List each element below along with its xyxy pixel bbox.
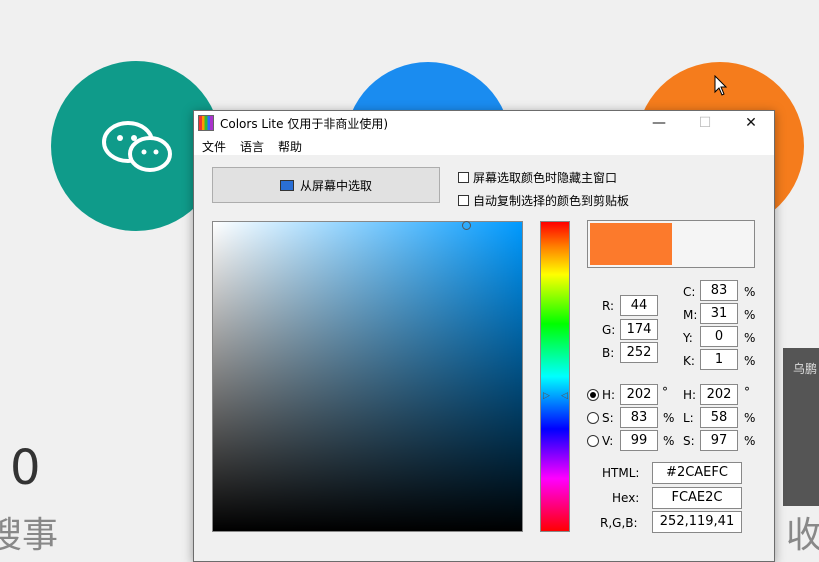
background-number: 0 — [10, 440, 41, 496]
auto-copy-checkbox[interactable]: 自动复制选择的颜色到剪贴板 — [458, 192, 629, 209]
minimize-button[interactable]: — — [636, 111, 682, 135]
pick-from-screen-button[interactable]: 从屏幕中选取 — [212, 167, 440, 203]
g-field[interactable]: 174 — [620, 319, 658, 340]
hsv-h-radio[interactable] — [587, 389, 599, 401]
k-label: K: — [683, 354, 695, 368]
menu-bar: 文件 语言 帮助 — [194, 135, 774, 155]
hsv-h-unit: ° — [662, 385, 668, 399]
g-label: G: — [602, 323, 616, 337]
rgb-code-label: R,G,B: — [600, 516, 638, 530]
menu-help[interactable]: 帮助 — [278, 138, 302, 155]
hue-slider[interactable] — [540, 221, 570, 532]
maximize-button[interactable]: ☐ — [682, 111, 728, 135]
hsl-h-field[interactable]: 202 — [700, 384, 738, 405]
checkbox-label: 屏幕选取颜色时隐藏主窗口 — [473, 171, 618, 185]
c-field[interactable]: 83 — [700, 280, 738, 301]
title-bar[interactable]: Colors Lite 仅用于非商业使用) — ☐ ✕ — [194, 111, 774, 135]
hsv-s-radio[interactable] — [587, 412, 599, 424]
k-unit: % — [744, 354, 756, 368]
background-text-right: 收 — [786, 515, 819, 556]
k-field[interactable]: 1 — [700, 349, 738, 370]
hsl-l-unit: % — [744, 411, 756, 425]
hsv-v-label: V: — [602, 434, 614, 448]
hsl-l-field[interactable]: 58 — [700, 407, 738, 428]
color-picker-marker[interactable] — [462, 221, 471, 230]
html-label: HTML: — [602, 466, 640, 480]
hsl-s-label: S: — [683, 434, 695, 448]
color-preview — [587, 220, 755, 268]
menu-language[interactable]: 语言 — [240, 138, 264, 155]
y-field[interactable]: 0 — [700, 326, 738, 347]
rgb-code-field[interactable]: 252,119,41 — [652, 511, 742, 533]
wechat-icon — [102, 121, 172, 172]
hsl-s-unit: % — [744, 434, 756, 448]
checkbox-box[interactable] — [458, 195, 469, 206]
hsl-h-unit: ° — [744, 385, 750, 399]
menu-file[interactable]: 文件 — [202, 138, 226, 155]
monitor-icon — [279, 179, 294, 191]
colors-lite-window: Colors Lite 仅用于非商业使用) — ☐ ✕ 文件 语言 帮助 从屏幕… — [193, 110, 775, 562]
checkbox-label: 自动复制选择的颜色到剪贴板 — [473, 194, 630, 208]
background-text-left: 搜事 — [0, 515, 59, 556]
hex-label: Hex: — [612, 491, 640, 505]
hsl-h-label: H: — [683, 388, 697, 402]
hsv-h-label: H: — [602, 388, 616, 402]
c-label: C: — [683, 285, 696, 299]
hsl-l-label: L: — [683, 411, 694, 425]
m-unit: % — [744, 308, 756, 322]
y-unit: % — [744, 331, 756, 345]
hsv-s-unit: % — [663, 411, 675, 425]
hsl-s-field[interactable]: 97 — [700, 430, 738, 451]
background-panel-label: 乌鹏 — [793, 362, 818, 376]
hide-window-checkbox[interactable]: 屏幕选取颜色时隐藏主窗口 — [458, 169, 617, 186]
hsv-v-unit: % — [663, 434, 675, 448]
y-label: Y: — [683, 331, 693, 345]
pick-button-label: 从屏幕中选取 — [299, 178, 372, 193]
m-field[interactable]: 31 — [700, 303, 738, 324]
m-label: M: — [683, 308, 698, 322]
window-title: Colors Lite 仅用于非商业使用) — [220, 117, 389, 131]
mouse-cursor-icon — [714, 75, 728, 96]
hue-arrow-left-icon[interactable]: ▷ — [543, 391, 550, 401]
hsv-h-field[interactable]: 202 — [620, 384, 658, 405]
checkbox-box[interactable] — [458, 172, 469, 183]
hsv-v-field[interactable]: 99 — [620, 430, 658, 451]
r-field[interactable]: 44 — [620, 295, 658, 316]
b-field[interactable]: 252 — [620, 342, 658, 363]
close-button[interactable]: ✕ — [728, 111, 774, 135]
c-unit: % — [744, 285, 756, 299]
b-label: B: — [602, 346, 615, 360]
hsv-s-label: S: — [602, 411, 614, 425]
hsv-s-field[interactable]: 83 — [620, 407, 658, 428]
app-icon — [198, 115, 214, 131]
hex-code-field[interactable]: FCAE2C — [652, 487, 742, 509]
hue-arrow-right-icon[interactable]: ◁ — [561, 391, 568, 401]
html-code-field[interactable]: #2CAEFC — [652, 462, 742, 484]
r-label: R: — [602, 299, 615, 313]
current-color-swatch — [590, 223, 672, 265]
saturation-value-field[interactable] — [212, 221, 523, 532]
hsv-v-radio[interactable] — [587, 435, 599, 447]
background-panel: 乌鹏 — [783, 348, 819, 506]
